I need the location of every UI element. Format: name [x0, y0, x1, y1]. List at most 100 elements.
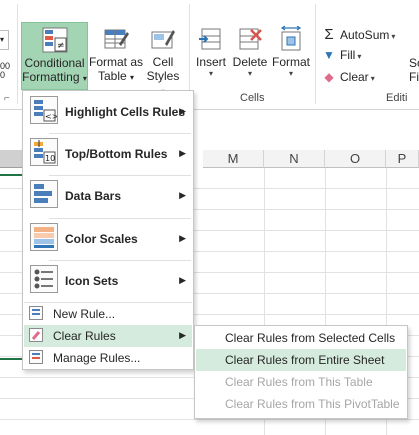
format-as-table-label-2: Table ▾ [97, 69, 135, 83]
format-as-table-button[interactable]: Format as Table ▾ [89, 22, 143, 90]
format-button[interactable]: Format ▾ [270, 22, 312, 90]
clear-entire-sheet-label: Clear Rules from Entire Sheet [225, 353, 385, 367]
color-scales-label: Color Scales [65, 232, 138, 246]
manage-rules-label: Manage Rules... [53, 351, 141, 365]
clear-dropdown-icon: ▾ [370, 74, 375, 83]
menu-item-new-rule[interactable]: New Rule... [24, 303, 192, 325]
format-as-table-label-1: Format as [89, 55, 144, 69]
top-bottom-rules-label: Top/Bottom Rules [65, 147, 168, 161]
clear-selected-cells-label: Clear Rules from Selected Cells [225, 331, 396, 345]
fill-button[interactable]: ▼ Fill ▾ [321, 48, 361, 62]
new-rule-label: New Rule... [53, 307, 116, 321]
selection-border [0, 174, 24, 176]
clear-label: Clear [340, 70, 369, 84]
clear-rules-from-selected-cells[interactable]: Clear Rules from Selected Cells [196, 327, 406, 349]
cells-group-label: Cells [240, 92, 265, 104]
conditional-formatting-button[interactable]: ≠ Conditional Formatting ▾ [21, 22, 88, 90]
submenu-arrow-icon: ▶ [179, 275, 186, 285]
delete-dropdown-icon: ▾ [247, 69, 252, 78]
clear-this-table-label: Clear Rules from This Table [225, 375, 373, 389]
menu-item-clear-rules[interactable]: Clear Rules ▶ [24, 325, 192, 347]
clear-rules-from-entire-sheet[interactable]: Clear Rules from Entire Sheet [196, 349, 406, 371]
clear-rules-from-this-table: Clear Rules from This Table [196, 371, 406, 393]
clear-rules-from-this-pivottable: Clear Rules from This PivotTable [196, 393, 406, 415]
conditional-formatting-label-2: Formatting ▾ [22, 70, 87, 84]
dialog-launcher-icon[interactable]: ⌐ [4, 93, 10, 104]
top-bottom-icon-text: 10 [45, 154, 55, 163]
clear-rules-submenu: Clear Rules from Selected Cells Clear Ru… [194, 325, 408, 419]
menu-item-highlight-cells-rules[interactable]: <> Highlight Cells Rules ▶ [24, 92, 192, 132]
column-m-label: M [227, 151, 239, 166]
column-p-label: P [397, 151, 407, 166]
svg-text:≠: ≠ [57, 41, 65, 51]
conditional-formatting-icon: ≠ [42, 27, 67, 53]
format-as-table-label-2-text: Table [97, 69, 127, 83]
group-separator [17, 4, 18, 104]
clear-button[interactable]: ◆ Clear ▾ [321, 70, 375, 84]
highlight-cells-rules-icon: <> [30, 96, 58, 124]
selected-row-header[interactable] [0, 150, 24, 168]
top-bottom-rules-icon: 10 [30, 138, 58, 166]
sigma-icon: Σ [324, 26, 334, 43]
autosum-button[interactable]: Σ AutoSum ▾ [321, 26, 395, 43]
format-dropdown-icon: ▾ [288, 69, 293, 78]
insert-cells-icon [199, 28, 221, 50]
format-cells-icon [280, 25, 302, 51]
clear-rules-icon [29, 328, 43, 342]
gridline-h [0, 419, 419, 420]
eraser-icon: ◆ [324, 70, 334, 84]
manage-rules-icon [29, 350, 43, 364]
menu-item-data-bars[interactable]: Data Bars ▶ [24, 176, 192, 217]
fill-label: Fill [340, 48, 356, 62]
format-label: Format [271, 55, 310, 69]
column-header-n[interactable]: N [264, 150, 325, 168]
selection-border [0, 358, 24, 360]
submenu-arrow-icon: ▶ [179, 330, 186, 340]
menu-item-manage-rules[interactable]: Manage Rules... [24, 347, 192, 369]
submenu-arrow-icon: ▶ [179, 190, 186, 200]
svg-text:<>: <> [45, 112, 57, 121]
data-bars-label: Data Bars [65, 189, 122, 203]
cell-styles-label-2-text: Styles [146, 69, 180, 83]
color-scales-icon [30, 223, 58, 251]
fill-dropdown-icon: ▾ [357, 52, 362, 61]
cell-styles-button[interactable]: Cell Styles ▾ [143, 22, 183, 96]
delete-cells-icon [239, 28, 262, 50]
cell-styles-icon [151, 30, 175, 49]
icon-sets-icon [30, 265, 58, 293]
menu-item-icon-sets[interactable]: Icon Sets ▶ [24, 261, 192, 301]
insert-dropdown-icon: ▾ [208, 69, 213, 78]
clipped-dropdown[interactable]: ▾ [0, 30, 9, 50]
submenu-arrow-icon: ▶ [179, 106, 186, 116]
clipped-sort-filter-label-1: So [409, 56, 419, 70]
group-separator [315, 4, 316, 104]
column-header-p[interactable]: P [386, 150, 419, 168]
clip-text-bottom: 0 [0, 70, 6, 80]
menu-item-color-scales[interactable]: Color Scales ▶ [24, 219, 192, 259]
insert-label: Insert [195, 55, 226, 69]
column-n-label: N [289, 151, 299, 166]
submenu-arrow-icon: ▶ [179, 148, 186, 158]
clipped-number-format-text: 00 0 [0, 62, 10, 80]
clipped-sort-filter-label-2: Fi [409, 70, 419, 84]
new-rule-icon [29, 306, 43, 320]
clear-rules-label: Clear Rules [53, 329, 116, 343]
data-bars-icon [30, 180, 58, 208]
icon-sets-label: Icon Sets [65, 274, 119, 288]
fill-down-icon: ▼ [323, 48, 335, 62]
insert-button[interactable]: Insert ▾ [193, 22, 229, 90]
highlight-cells-rules-label: Highlight Cells Rules [65, 105, 186, 119]
column-header-o[interactable]: O [325, 150, 386, 168]
delete-button[interactable]: Delete ▾ [230, 22, 270, 90]
autosum-dropdown-icon: ▾ [391, 32, 396, 41]
menu-item-top-bottom-rules[interactable]: 10 Top/Bottom Rules ▶ [24, 134, 192, 174]
editing-group-label: Editi [386, 92, 408, 104]
group-separator [189, 4, 190, 104]
conditional-formatting-menu: <> Highlight Cells Rules ▶ 10 Top/Bottom… [22, 90, 194, 370]
submenu-arrow-icon: ▶ [179, 233, 186, 243]
clear-this-pivottable-label: Clear Rules from This PivotTable [225, 397, 400, 411]
column-header-m[interactable]: M [203, 150, 264, 168]
format-as-table-icon [104, 29, 129, 49]
conditional-formatting-label-2-text: Formatting [22, 70, 80, 84]
autosum-label: AutoSum [340, 28, 390, 42]
